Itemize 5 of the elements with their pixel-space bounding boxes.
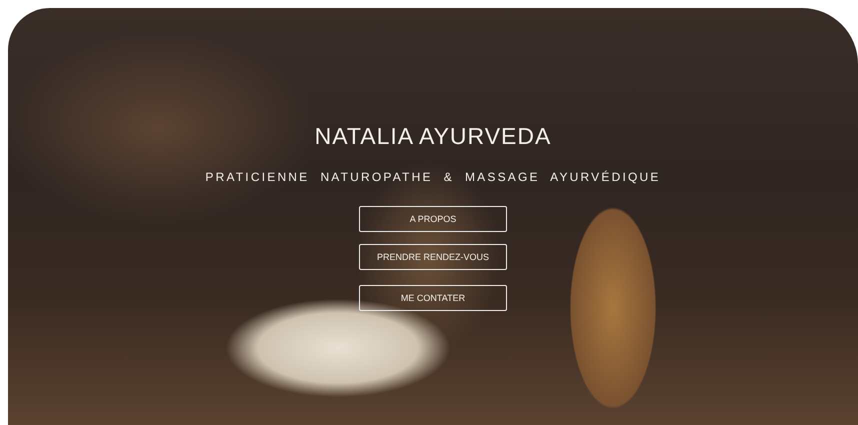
nav-button[interactable]: ME CONTATER [359,285,507,311]
site-subtitle: PRATICIENNE NATUROPATHE & MASSAGE AYURVÉDIQUE [205,170,661,184]
site-title: NATALIA AYURVEDA [314,122,552,150]
nav-button[interactable]: PRENDRE RENDEZ-VOUS [359,244,507,270]
nav-button[interactable]: A PROPOS [359,206,507,232]
